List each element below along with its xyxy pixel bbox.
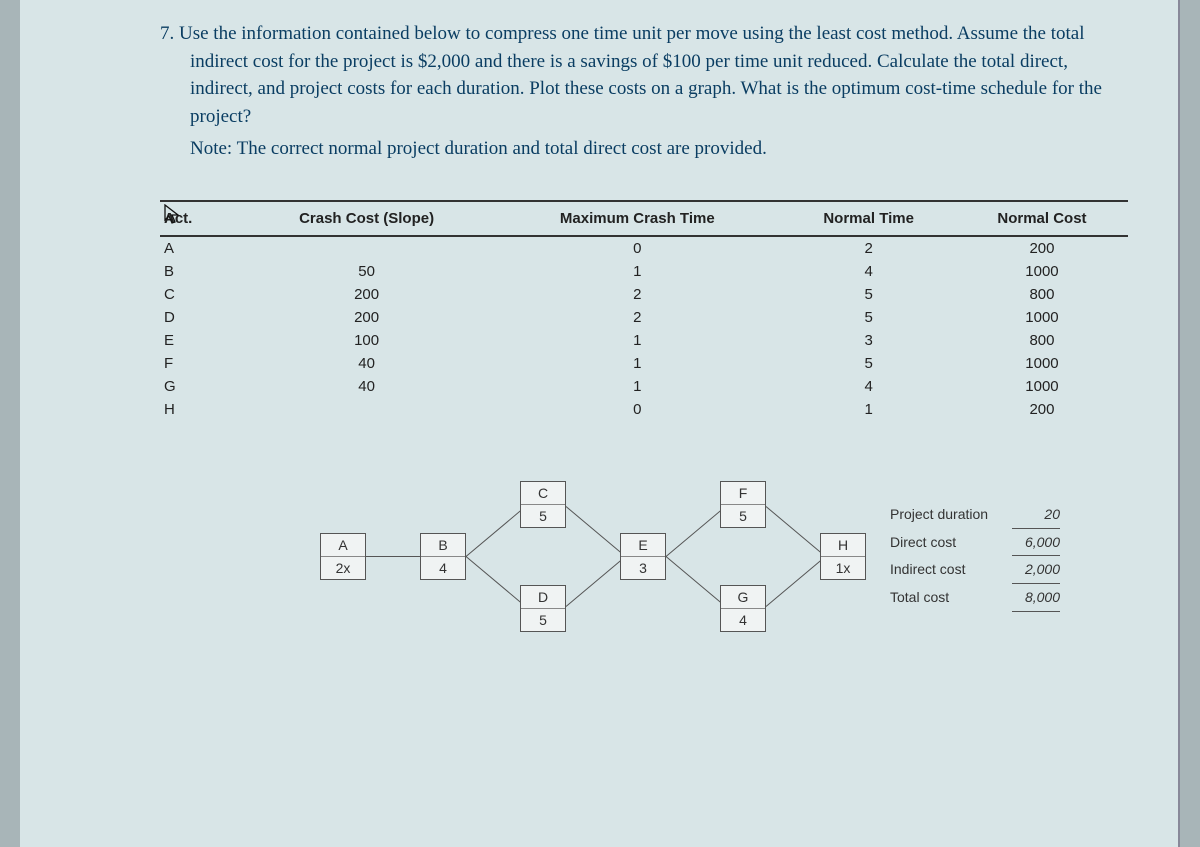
table-row: F40151000 (160, 352, 1128, 375)
node-value: 1x (821, 557, 865, 579)
note-text: The correct normal project duration and … (237, 138, 767, 159)
col-max: Maximum Crash Time (493, 201, 781, 236)
arrow (366, 556, 420, 557)
node-value: 4 (721, 609, 765, 631)
arrow (566, 506, 624, 555)
total-value: 8,000 (1012, 584, 1060, 612)
node-C: C 5 (520, 481, 566, 528)
question-body: Use the information contained below to c… (179, 23, 1102, 127)
activity-table: Act. Crash Cost (Slope) Maximum Crash Ti… (160, 200, 1128, 421)
table-header-row: Act. Crash Cost (Slope) Maximum Crash Ti… (160, 201, 1128, 236)
table-row: H01200 (160, 398, 1128, 421)
total-label: Total cost (890, 584, 1000, 611)
node-E: E 3 (620, 533, 666, 580)
table-row: D200251000 (160, 306, 1128, 329)
node-B: B 4 (420, 533, 466, 580)
question-number: 7. (160, 23, 174, 44)
node-label: H (821, 534, 865, 557)
arrow (766, 506, 824, 555)
col-norm: Normal Time (781, 201, 956, 236)
direct-value: 6,000 (1012, 529, 1060, 557)
node-F: F 5 (720, 481, 766, 528)
note-label: Note: (190, 138, 232, 159)
arrow (466, 556, 524, 605)
duration-value: 20 (1012, 501, 1060, 529)
node-label: C (521, 482, 565, 505)
col-cost: Normal Cost (956, 201, 1128, 236)
node-label: A (321, 534, 365, 557)
question-text: 7. Use the information contained below t… (160, 20, 1128, 130)
indirect-value: 2,000 (1012, 556, 1060, 584)
col-act: Act. (160, 201, 240, 236)
node-label: E (621, 534, 665, 557)
node-label: D (521, 586, 565, 609)
node-A: A 2x (320, 533, 366, 580)
duration-label: Project duration (890, 501, 1000, 528)
arrow (766, 558, 824, 607)
arrow (666, 508, 724, 557)
table-row: B50141000 (160, 260, 1128, 283)
node-label: B (421, 534, 465, 557)
node-label: G (721, 586, 765, 609)
col-slope: Crash Cost (Slope) (240, 201, 493, 236)
arrow (466, 508, 524, 557)
node-value: 2x (321, 557, 365, 579)
project-summary: Project duration 20 Direct cost 6,000 Indi… (890, 501, 1060, 611)
table-row: C20025800 (160, 283, 1128, 306)
node-H: H 1x (820, 533, 866, 580)
node-value: 5 (721, 505, 765, 527)
arrow (566, 558, 624, 607)
node-G: G 4 (720, 585, 766, 632)
node-D: D 5 (520, 585, 566, 632)
node-label: F (721, 482, 765, 505)
node-value: 5 (521, 505, 565, 527)
network-diagram: A 2x B 4 C 5 D 5 E 3 F 5 G 4 H 1x (320, 471, 1128, 651)
question-note: Note: The correct normal project duratio… (160, 138, 1128, 160)
textbook-page: 7. Use the information contained below t… (20, 0, 1180, 847)
node-value: 4 (421, 557, 465, 579)
node-value: 3 (621, 557, 665, 579)
node-value: 5 (521, 609, 565, 631)
indirect-label: Indirect cost (890, 556, 1000, 583)
direct-label: Direct cost (890, 529, 1000, 556)
table-row: E10013800 (160, 329, 1128, 352)
arrow (666, 556, 724, 605)
table-row: A02200 (160, 236, 1128, 260)
table-row: G40141000 (160, 375, 1128, 398)
